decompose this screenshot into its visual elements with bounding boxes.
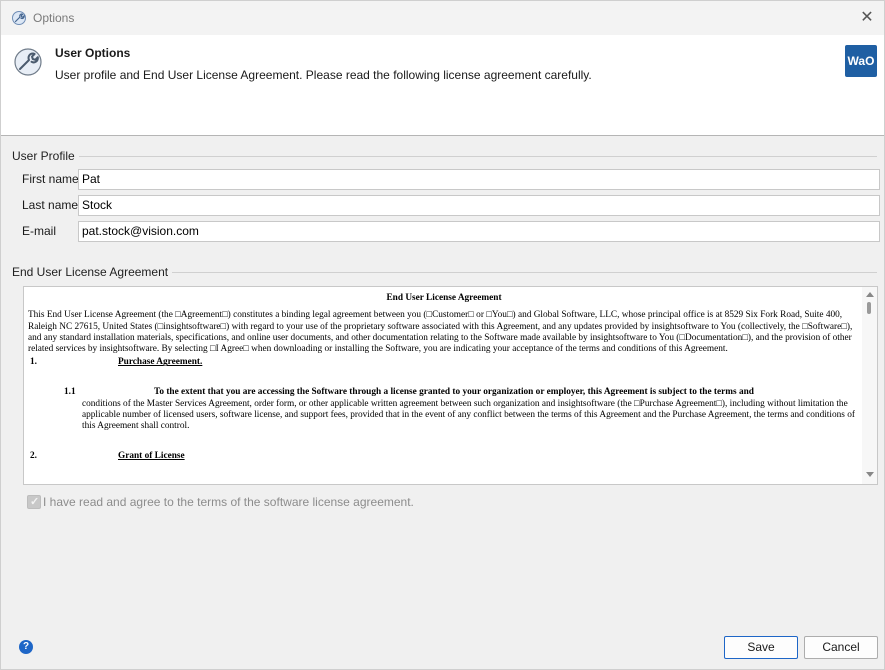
eula-group-label: End User License Agreement xyxy=(12,265,173,279)
eula-section: 1. Purchase Agreement. xyxy=(28,357,860,369)
wrench-icon xyxy=(12,11,26,25)
section-number: 2. xyxy=(30,450,37,461)
agree-checkbox-label: I have read and agree to the terms of th… xyxy=(43,495,414,509)
section-number: 1. xyxy=(30,357,37,368)
subsection-number: 1.1 xyxy=(64,387,76,398)
last-name-field[interactable] xyxy=(78,195,880,216)
email-label: E-mail xyxy=(22,224,57,238)
options-dialog: Options ✕ User Options User profile and … xyxy=(0,0,885,670)
wrench-icon xyxy=(14,48,42,76)
app-logo: WaO xyxy=(845,45,877,77)
eula-text-area[interactable]: End User License Agreement This End User… xyxy=(23,286,878,485)
section-heading: Purchase Agreement. xyxy=(118,357,203,368)
header-banner: User Options User profile and End User L… xyxy=(1,35,884,136)
scroll-down-arrow-icon[interactable] xyxy=(866,472,874,477)
scroll-thumb[interactable] xyxy=(867,302,871,314)
subsection-text: conditions of the Master Services Agreem… xyxy=(82,398,855,432)
cancel-button[interactable]: Cancel xyxy=(804,636,878,659)
eula-document: End User License Agreement This End User… xyxy=(28,293,860,463)
agree-checkbox[interactable]: ✓ xyxy=(27,495,41,509)
group-divider xyxy=(153,272,877,273)
close-icon[interactable]: ✕ xyxy=(858,9,876,27)
email-field[interactable] xyxy=(78,221,880,242)
checkmark-icon: ✓ xyxy=(30,496,40,508)
section-heading: Grant of License xyxy=(118,450,185,461)
subsection-text-bold: To the extent that you are accessing the… xyxy=(154,387,754,398)
window-title: Options xyxy=(33,11,75,25)
title-bar: Options ✕ xyxy=(1,1,884,35)
help-icon[interactable]: ? xyxy=(19,640,33,654)
eula-title: End User License Agreement xyxy=(386,293,502,303)
eula-section: 2. Grant of License xyxy=(28,451,860,463)
group-divider xyxy=(71,156,877,157)
header-title: User Options xyxy=(55,46,131,60)
first-name-label: First name xyxy=(22,172,79,186)
last-name-label: Last name xyxy=(22,198,79,212)
first-name-field[interactable] xyxy=(78,169,880,190)
header-description: User profile and End User License Agreem… xyxy=(55,68,592,82)
save-button[interactable]: Save xyxy=(724,636,798,659)
eula-scrollbar[interactable] xyxy=(862,287,877,484)
user-profile-group-label: User Profile xyxy=(12,149,79,163)
eula-subsection: 1.1 To the extent that you are accessing… xyxy=(28,387,860,432)
scroll-up-arrow-icon[interactable] xyxy=(866,292,874,297)
eula-intro-paragraph: This End User License Agreement (the □Ag… xyxy=(28,310,853,355)
